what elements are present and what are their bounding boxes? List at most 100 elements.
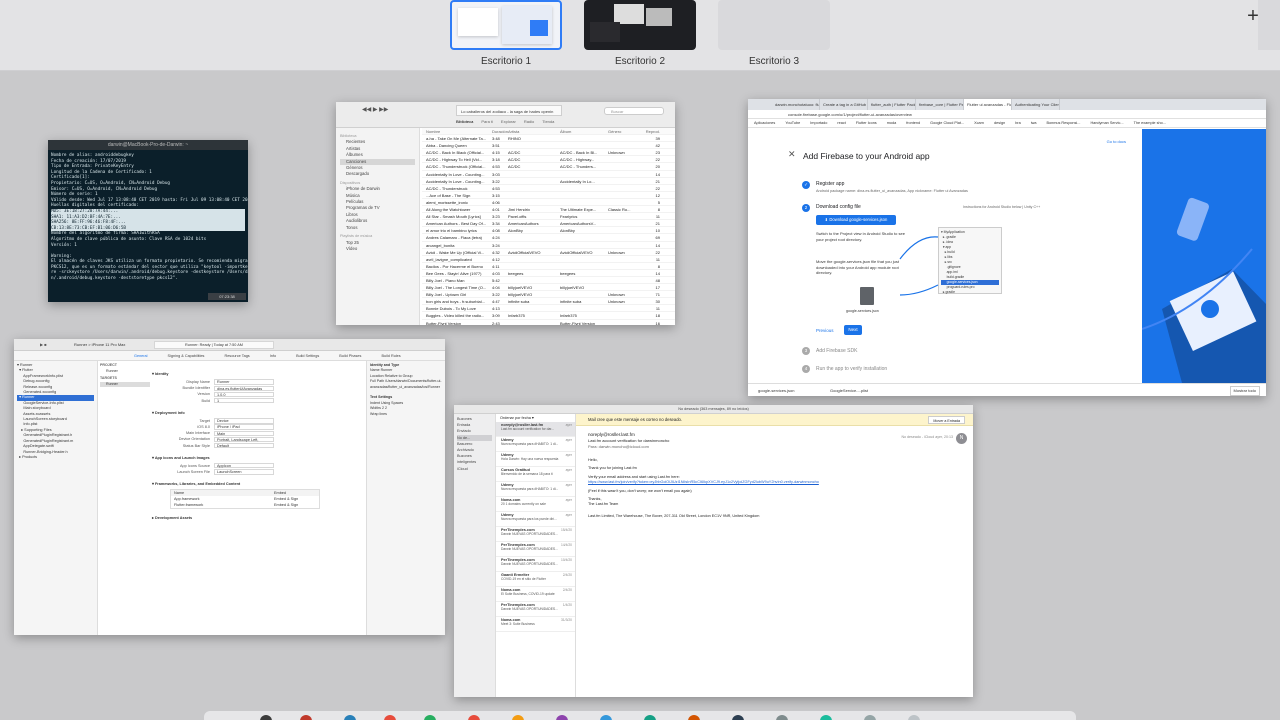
sidebar-item[interactable]: Descargado — [340, 171, 415, 177]
mailbox-item[interactable]: iCloud — [457, 466, 492, 472]
navigator-item[interactable]: ▸ Products — [17, 455, 94, 460]
table-row[interactable]: All Along the Watchtower 4:01 Jimi Hendrix… — [422, 206, 675, 214]
message-list-item[interactable]: Noma.com 31/3/20 Meet 3: Suite Business — [496, 617, 575, 632]
editor-tab[interactable]: Info — [270, 354, 276, 358]
column-header[interactable]: Álbum — [560, 128, 608, 134]
field-value[interactable]: LaunchScreen — [214, 469, 274, 475]
launchpad-icon[interactable] — [300, 715, 312, 720]
next-button[interactable]: Next — [844, 325, 862, 335]
bookmark-item[interactable]: react — [837, 121, 845, 125]
bookmark-item[interactable]: Google Cloud Plat... — [930, 121, 964, 125]
field-value[interactable]: Main — [214, 430, 274, 436]
sort-control[interactable]: Ordenar por fecha ▾ — [496, 414, 575, 422]
column-header[interactable]: Artista — [508, 128, 560, 134]
itunes-icon[interactable] — [556, 715, 568, 720]
field-value[interactable]: Default — [214, 442, 274, 449]
field-value[interactable]: Portrait, Landscape Left, Landscape Righ… — [214, 436, 274, 447]
bookmark-item[interactable]: Flutter Icons — [856, 121, 877, 125]
bookmark-item[interactable]: Handyman Servic... — [1090, 121, 1123, 125]
itunes-tab[interactable]: Biblioteca — [456, 119, 473, 124]
downloads-icon[interactable] — [864, 715, 876, 720]
table-row[interactable]: AC/DC - Thunderstruck 4:53 22 — [422, 185, 675, 192]
framework-embed[interactable]: Embed & Sign — [274, 502, 298, 508]
space-1-thumbnail[interactable] — [450, 0, 562, 50]
table-row[interactable]: Billy Joel - The Longest Time (O... 4:04 b… — [422, 284, 675, 292]
browser-tab[interactable]: darwin.monchotatuoo: flutter — [772, 99, 820, 110]
xcode-window[interactable]: ▶ ■ Runner > iPhone 11 Pro Max Runner: R… — [14, 339, 445, 635]
table-row[interactable]: bon girls and boys - fr.suburbial... 4:47… — [422, 298, 675, 306]
trash-icon[interactable] — [908, 715, 920, 720]
browser-tab[interactable]: Authenticating Your Client — [1012, 99, 1060, 110]
message-list-item[interactable]: Udemy ayer Nueva respuesta para los puede … — [496, 512, 575, 527]
scheme-selector[interactable]: Runner > iPhone 11 Pro Max — [74, 339, 125, 351]
table-row[interactable]: Abba - Dancing Queen 3:51 42 — [422, 142, 675, 150]
browser-tab[interactable]: Create a tag in a GitHub — [820, 99, 868, 110]
editor-tab[interactable]: Build Settings — [296, 354, 319, 358]
mail-icon[interactable] — [384, 715, 396, 720]
itunes-tab[interactable]: Tienda — [542, 119, 554, 124]
instructions-for-link[interactable]: Instructions for Android Studio below | … — [963, 205, 1040, 209]
table-row[interactable]: Butter-Flynt Version 2:43 Butter-Flynt Ver… — [422, 320, 675, 325]
mailbox-item[interactable]: Buzones inteligentes — [457, 453, 492, 465]
message-list-item[interactable]: Gaanti Ermelter 2/4/20 COVID-19 en el siti… — [496, 572, 575, 587]
itunes-tab[interactable]: Radio — [524, 119, 534, 124]
move-to-inbox-button[interactable]: Mover a Entrada — [928, 416, 965, 424]
photos-icon[interactable] — [512, 715, 524, 720]
message-list-item[interactable]: noreply@rosller.last.fm ayer Last.fm accou… — [496, 422, 575, 437]
download-config-button[interactable]: ⬇ Download google-services.json — [816, 215, 896, 225]
editor-tab[interactable]: General — [134, 354, 148, 358]
space-2[interactable]: Escritorio 2 — [584, 0, 696, 67]
bookmark-item[interactable]: iwa — [1031, 121, 1037, 125]
table-row[interactable]: Bee Gees - Stayin' Alive (1977) 4:03 beege… — [422, 270, 675, 277]
xcode-icon[interactable] — [644, 715, 656, 720]
field-value[interactable]: AppIcon — [214, 463, 274, 469]
message-list-item[interactable]: Udemy ayer Nueva respuesta para #HABITO: 1… — [496, 482, 575, 497]
table-row[interactable]: Bacilos - Por Hacerme el Bueno 4:11 8 — [422, 263, 675, 270]
verify-link[interactable]: https://www.last.fm/join/verify?token=ey… — [588, 480, 848, 485]
bookmark-item[interactable]: design — [994, 121, 1005, 125]
table-row[interactable]: Andres Calamaro - Flaca (letra) 4:24 69 — [422, 234, 675, 242]
bookmark-item[interactable]: Aplicaciones — [754, 121, 775, 125]
table-row[interactable]: arcangel_bonita 3:24 14 — [422, 242, 675, 249]
message-list-item[interactable]: Cursos Gratitud ayer Bienvenido de la sema… — [496, 467, 575, 482]
space-1[interactable]: Escritorio 1 — [450, 0, 562, 67]
itunes-tab[interactable]: Explorar — [501, 119, 516, 124]
sidebar-item[interactable]: Tonos — [340, 225, 415, 231]
play-controls-icon[interactable]: ◀◀ ▶ ▶▶ — [362, 106, 388, 113]
itunes-tab[interactable]: Para ti — [481, 119, 493, 124]
table-row[interactable]: AC/DC - Back In Black (Official... 4:15 AC… — [422, 149, 675, 157]
bookmark-item[interactable]: moda — [887, 121, 897, 125]
message-list-item[interactable]: Udemy ayer Nueva respuesta para #HABITO: 1… — [496, 437, 575, 452]
editor-tab[interactable]: Build Phases — [339, 354, 361, 358]
preferences-icon[interactable] — [776, 715, 788, 720]
previous-button[interactable]: Previous — [816, 328, 834, 333]
framework-row[interactable]: Flutter.framework Embed & Sign — [171, 502, 319, 508]
bookmark-item[interactable]: Importado — [810, 121, 827, 125]
table-row[interactable]: Avicii - Wake Me Up (Official Vi... 4:32 A… — [422, 249, 675, 256]
finder-icon[interactable] — [260, 715, 272, 720]
mail-window[interactable]: No deseado (363 mensajes, 89 no leídos) … — [454, 405, 973, 697]
browser-tab[interactable]: flutter_auth | Flutter Package — [868, 99, 916, 110]
field-value[interactable]: iPhone / iPad — [214, 424, 274, 430]
table-row[interactable]: American Authors - Best Day Of... 3:34 Ame… — [422, 220, 675, 228]
table-row[interactable]: Accidentally In Love - Counting... 3:22 Ac… — [422, 178, 675, 185]
itunes-window[interactable]: ◀◀ ▶ ▶▶ Lo caballeros del zodiaco - la s… — [336, 102, 675, 325]
field-value[interactable]: Runner — [214, 379, 274, 385]
bookmark-item[interactable]: Xcarn — [974, 121, 984, 125]
message-list-item[interactable]: PerTinemples.com 10/4/20 Darwin NUEVAS OPO… — [496, 557, 575, 572]
bookmark-item[interactable]: frontend — [906, 121, 920, 125]
field-value[interactable]: dina.es.flutterUiAvanzadas — [214, 385, 274, 391]
message-list-item[interactable]: Noma.com ayer 20 1 domains currently on sa… — [496, 497, 575, 512]
browser-tab[interactable]: Flutter ui avanzadas - Flutter — [964, 99, 1012, 110]
bookmark-item[interactable]: YouTube — [785, 121, 800, 125]
field-value[interactable]: 1.0.0 — [214, 391, 274, 398]
bookmark-item[interactable]: Bonmus Responsi... — [1046, 121, 1080, 125]
editor-tab[interactable]: Build Rules — [381, 354, 400, 358]
run-icon[interactable]: ▶ ■ — [40, 339, 47, 351]
column-header[interactable]: Reprod. — [640, 128, 660, 134]
table-row[interactable]: Buggles - Video killed the radio... 3:09 I… — [422, 312, 675, 320]
space-3[interactable]: Escritorio 3 — [718, 0, 830, 67]
messages-icon[interactable] — [424, 715, 436, 720]
field-value[interactable]: 1 — [214, 397, 274, 404]
message-list-item[interactable]: PerTinemples.com 1/4/20 Darwin NUEVAS OPOR… — [496, 602, 575, 617]
